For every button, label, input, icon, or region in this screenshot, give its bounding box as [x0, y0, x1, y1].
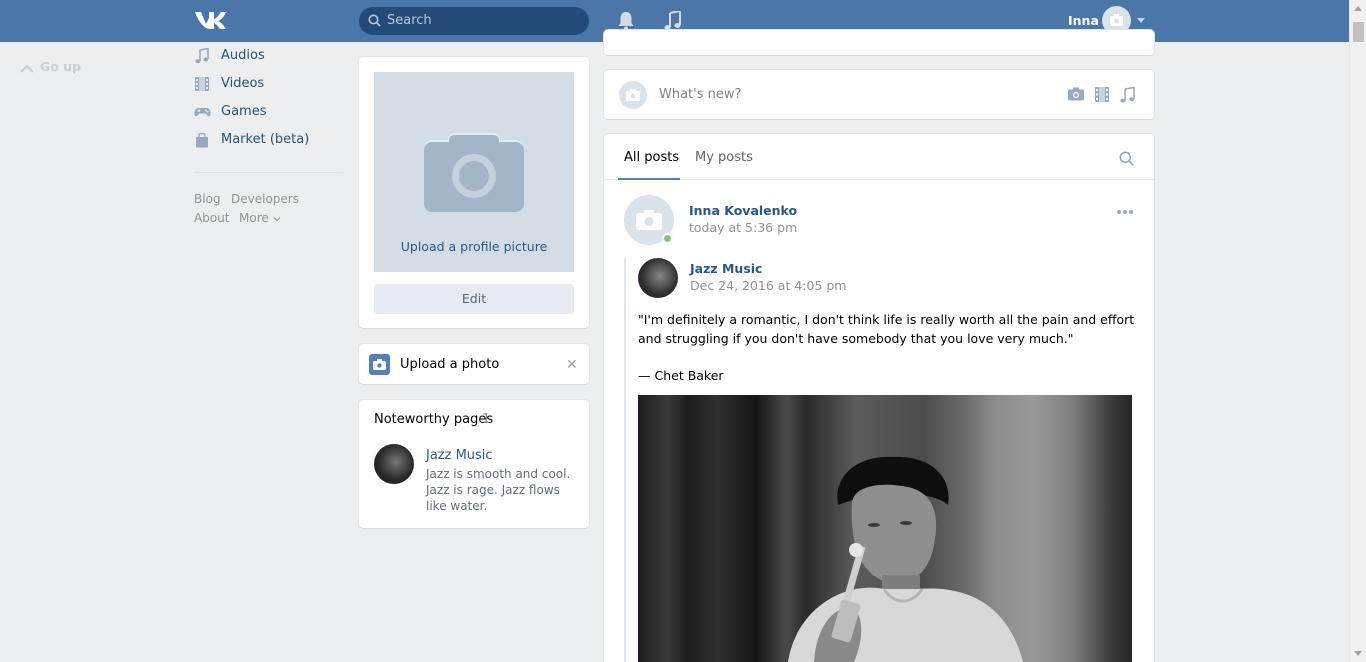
page-description: Jazz is smooth and cool. Jazz is rage. J…	[426, 467, 571, 513]
footer-link-about[interactable]: About	[194, 211, 229, 225]
more-options-icon[interactable]	[1116, 209, 1134, 215]
scrollbar-thumb[interactable]	[1353, 22, 1364, 42]
go-up-button[interactable]: Go up	[20, 59, 81, 74]
search-icon	[368, 14, 381, 27]
menu-divider	[194, 172, 343, 173]
post-timestamp[interactable]: today at 5:36 pm	[689, 220, 797, 235]
repost-timestamp[interactable]: Dec 24, 2016 at 4:05 pm	[690, 278, 847, 293]
gamepad-icon	[194, 108, 211, 117]
search-icon[interactable]	[1119, 151, 1134, 166]
photo-attach-icon[interactable]	[1068, 87, 1084, 101]
noteworthy-title[interactable]: Noteworthy pages	[374, 412, 493, 427]
search-placeholder: Search	[387, 13, 432, 28]
post-text: "I'm definitely a romantic, I don't thin…	[638, 312, 1135, 346]
repost-line	[624, 258, 626, 662]
upload-photo-label[interactable]: Upload a photo	[400, 357, 499, 372]
camera-icon	[424, 133, 524, 212]
tab-my-posts[interactable]: My posts	[695, 150, 753, 165]
menu-item-label: Market (beta)	[221, 132, 310, 147]
menu-item-label: Videos	[221, 76, 265, 91]
menu-item-label: Audios	[221, 48, 265, 63]
page-avatar[interactable]	[374, 444, 414, 484]
footer-link-blog[interactable]: Blog	[194, 192, 221, 206]
audio-attach-icon[interactable]	[1120, 87, 1135, 103]
scrollbar[interactable]	[1349, 0, 1366, 662]
repost-author-avatar[interactable]	[638, 258, 678, 298]
user-name[interactable]: Inna	[1068, 13, 1099, 28]
bell-icon[interactable]	[617, 11, 635, 31]
camera-icon	[626, 89, 640, 101]
photo-figure	[788, 456, 1023, 662]
close-icon[interactable]: ✕	[566, 357, 578, 373]
page-name-link[interactable]: Jazz Music	[426, 448, 493, 463]
go-up-label: Go up	[40, 59, 82, 74]
footer-link-more[interactable]: More	[239, 211, 281, 225]
composer-avatar	[619, 81, 647, 109]
music-note-icon	[195, 48, 209, 64]
active-tab-indicator	[618, 178, 680, 180]
shopping-bag-icon	[196, 132, 208, 148]
menu-item-label: Games	[221, 104, 267, 119]
previous-block-card	[604, 30, 1154, 55]
chevron-up-icon	[20, 64, 34, 73]
online-status-dot	[662, 233, 673, 244]
film-icon	[195, 77, 209, 91]
repost-author-name[interactable]: Jazz Music	[690, 261, 762, 276]
post-author-name[interactable]: Inna Kovalenko	[689, 203, 797, 218]
tab-all-posts[interactable]: All posts	[624, 150, 679, 165]
camera-icon	[636, 210, 662, 230]
chevron-down-icon	[273, 217, 281, 222]
scroll-down-arrow[interactable]	[1354, 651, 1362, 656]
vk-logo[interactable]	[193, 9, 227, 31]
edit-button[interactable]: Edit	[374, 284, 574, 314]
more-label: More	[239, 211, 269, 225]
search-input[interactable]: Search	[359, 7, 589, 35]
upload-profile-picture-link[interactable]: Upload a profile picture	[374, 239, 574, 254]
noteworthy-count: 1	[482, 412, 491, 427]
tabs-divider	[604, 179, 1154, 180]
music-icon[interactable]	[664, 11, 682, 31]
profile-photo-placeholder[interactable]: Upload a profile picture	[374, 72, 574, 272]
whats-new-input[interactable]: What's new?	[659, 87, 741, 102]
chevron-down-icon[interactable]	[1137, 18, 1145, 23]
upload-photo-icon	[369, 354, 390, 375]
video-attach-icon[interactable]	[1095, 87, 1109, 102]
scroll-up-arrow[interactable]	[1354, 6, 1362, 11]
camera-icon	[373, 359, 386, 370]
footer-link-developers[interactable]: Developers	[231, 192, 299, 206]
post-photo[interactable]	[638, 395, 1132, 662]
post-signature: — Chet Baker	[638, 368, 724, 383]
